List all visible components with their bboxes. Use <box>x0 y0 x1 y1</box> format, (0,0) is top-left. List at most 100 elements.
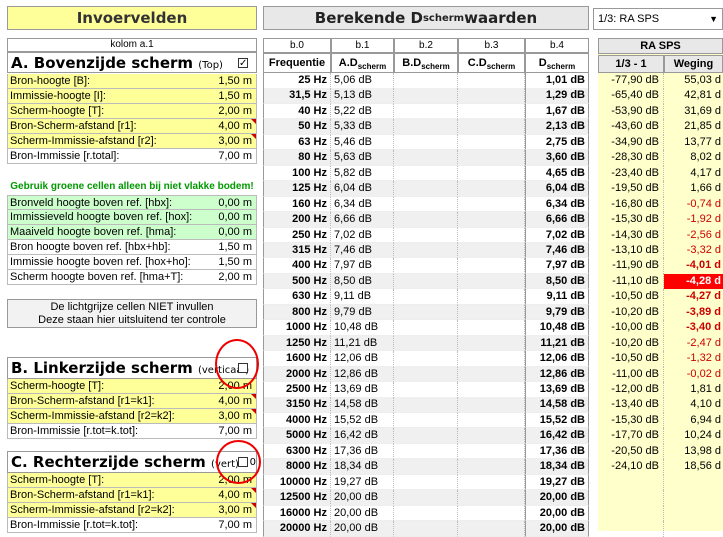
table-cell <box>394 103 458 120</box>
table-cell <box>458 103 525 120</box>
section-b-field-row[interactable]: Scherm-Immissie-afstand [r2=k2]: 3,00 m <box>7 409 257 424</box>
table-cell: 160 Hz <box>263 196 331 213</box>
col-id-b-2: b.2 <box>394 38 458 53</box>
green-field-value[interactable]: 0,00 m <box>218 225 252 239</box>
section-b-field-value[interactable]: 7,00 m <box>218 424 252 438</box>
derived-field-value[interactable]: 1,50 m <box>218 240 252 254</box>
table-row: 250 Hz 7,02 dB 7,02 dB <box>263 227 589 243</box>
table-cell: 7,02 dB <box>331 227 394 243</box>
table-cell: 15,52 dB <box>331 412 394 429</box>
section-b-field-row[interactable]: Scherm-hoogte [T]: 2,00 m <box>7 379 257 394</box>
ra-row: -10,50 dB -4,27 d <box>598 289 723 305</box>
section-a-field-row[interactable]: Scherm-Immissie-afstand [r2]: 3,00 m <box>7 134 257 149</box>
section-a-field-value[interactable]: 7,00 m <box>218 149 252 163</box>
ra-tertsband-cell: -10,50 dB <box>598 351 664 367</box>
table-row: 25 Hz 5,06 dB 1,01 dB <box>263 73 589 89</box>
table-cell: 5,06 dB <box>331 73 394 89</box>
green-field-label: Maaiveld hoogte boven ref. [hma]: <box>10 226 177 238</box>
table-row: 125 Hz 6,04 dB 6,04 dB <box>263 181 589 197</box>
table-cell: 18,34 dB <box>525 459 589 475</box>
green-field-row[interactable]: Immissieveld hoogte boven ref. [hox]: 0,0… <box>7 210 257 225</box>
derived-field-row[interactable]: Bron hoogte boven ref. [hbx+hb]: 1,50 m <box>7 240 257 255</box>
section-a-field-row[interactable]: Bron-hoogte [B]: 1,50 m <box>7 74 257 89</box>
kolom-label: kolom a.1 <box>7 38 257 52</box>
green-field-value[interactable]: 0,00 m <box>218 210 252 224</box>
table-cell: 20,00 dB <box>525 490 589 506</box>
ra-row: -34,90 dB 13,77 d <box>598 134 723 151</box>
section-a-field-row[interactable]: Bron-Scherm-afstand [r1]: 4,00 m <box>7 119 257 134</box>
ra-tertsband-cell: -14,30 dB <box>598 227 664 243</box>
gray-note: De lichtgrijze cellen NIET invullen Deze… <box>7 299 257 328</box>
table-cell <box>458 366 525 383</box>
col-id-b-1: b.1 <box>331 38 394 53</box>
section-a-field-value[interactable]: 3,00 m <box>218 134 252 148</box>
derived-field-label: Scherm hoogte boven ref. [hma+T]: <box>10 271 184 283</box>
section-c-field-value[interactable]: 3,00 m <box>218 503 252 517</box>
section-a-checkbox[interactable]: ✓ <box>238 58 248 69</box>
section-b-field-value[interactable]: 4,00 m <box>218 394 252 408</box>
table-cell: 2500 Hz <box>263 382 331 398</box>
freq-table: b.0 b.1 b.2 b.3 b.4 Frequentie A.Dscherm B.Dsc… <box>263 38 589 537</box>
ra-row: -28,30 dB 8,02 d <box>598 150 723 166</box>
table-row: 63 Hz 5,46 dB 2,75 dB <box>263 134 589 151</box>
ra-weging-cell: 55,03 d <box>684 74 721 86</box>
ra-tertsband-cell <box>598 521 664 537</box>
section-c-field-value[interactable]: 7,00 m <box>218 518 252 532</box>
section-a-field-row[interactable]: Scherm-hoogte [T]: 2,00 m <box>7 104 257 119</box>
section-a-field-value[interactable]: 2,00 m <box>218 104 252 118</box>
table-cell: 20,00 dB <box>525 521 589 537</box>
table-cell: 12,86 dB <box>331 366 394 383</box>
section-b-field-row[interactable]: Bron-Scherm-afstand [r1=k1]: 4,00 m <box>7 394 257 409</box>
section-a-field-row[interactable]: Bron-Immissie [r.total]: 7,00 m <box>7 149 257 164</box>
table-cell: 5,63 dB <box>331 150 394 166</box>
ra-row <box>598 505 723 522</box>
table-cell: 6,34 dB <box>525 196 589 213</box>
ra-weging-cell: -0,74 d <box>686 197 721 210</box>
table-cell <box>394 165 458 182</box>
table-cell: 5,13 dB <box>331 88 394 104</box>
ra-weging-cell: -0,02 d <box>686 367 721 380</box>
table-cell: 4000 Hz <box>263 412 331 429</box>
spectrum-dropdown[interactable]: 1/3: RA SPS ▼ <box>593 8 723 30</box>
section-a-field-value[interactable]: 4,00 m <box>218 119 252 133</box>
table-cell <box>458 150 525 166</box>
section-a-field-value[interactable]: 1,50 m <box>218 74 252 88</box>
table-row: 50 Hz 5,33 dB 2,13 dB <box>263 119 589 135</box>
derived-field-value[interactable]: 2,00 m <box>218 270 252 284</box>
table-row: 40 Hz 5,22 dB 1,67 dB <box>263 103 589 120</box>
table-cell: 1,67 dB <box>525 103 589 120</box>
green-field-row[interactable]: Bronveld hoogte boven ref. [hbx]: 0,00 m <box>7 195 257 210</box>
ra-row: -13,10 dB -3,32 d <box>598 242 723 259</box>
table-row: 4000 Hz 15,52 dB 15,52 dB <box>263 412 589 429</box>
derived-field-value[interactable]: 1,50 m <box>218 255 252 269</box>
ra-tertsband-cell: -12,00 dB <box>598 382 664 398</box>
table-cell: 5,82 dB <box>331 165 394 182</box>
chevron-down-icon[interactable]: ▼ <box>709 9 718 29</box>
section-b-field-row[interactable]: Bron-Immissie [r.tot=k.tot]: 7,00 m <box>7 424 257 439</box>
ra-tertsband-cell: -77,90 dB <box>598 73 664 89</box>
section-c-field-row[interactable]: Scherm-Immissie-afstand [r2=k2]: 3,00 m <box>7 503 257 518</box>
derived-field-row[interactable]: Scherm hoogte boven ref. [hma+T]: 2,00 m <box>7 270 257 285</box>
table-cell: 18,34 dB <box>331 459 394 475</box>
section-a-field-row[interactable]: Immissie-hoogte [I]: 1,50 m <box>7 89 257 104</box>
section-c-field-value[interactable]: 4,00 m <box>218 488 252 502</box>
table-cell <box>458 134 525 151</box>
section-b-field-value[interactable]: 3,00 m <box>218 409 252 423</box>
section-c-field-row[interactable]: Scherm-hoogte [T]: 2,00 m <box>7 473 257 488</box>
green-field-value[interactable]: 0,00 m <box>218 196 252 210</box>
ra-tertsband-cell: -13,40 dB <box>598 397 664 413</box>
table-cell <box>394 304 458 321</box>
ra-row: -24,10 dB 18,56 d <box>598 459 723 475</box>
derived-field-row[interactable]: Immissie hoogte boven ref. [hox+ho]: 1,50… <box>7 255 257 270</box>
table-cell <box>394 88 458 104</box>
section-c-field-row[interactable]: Bron-Scherm-afstand [r1=k1]: 4,00 m <box>7 488 257 503</box>
table-cell: 17,36 dB <box>331 443 394 460</box>
table-cell <box>394 474 458 491</box>
section-a-field-value[interactable]: 1,50 m <box>218 89 252 103</box>
ra-row: -14,30 dB -2,56 d <box>598 227 723 243</box>
green-field-row[interactable]: Maaiveld hoogte boven ref. [hma]: 0,00 m <box>7 225 257 240</box>
ra-row <box>598 521 723 537</box>
green-field-label: Bronveld hoogte boven ref. [hbx]: <box>10 197 173 209</box>
ra-tertsband-cell: -11,10 dB <box>598 273 664 290</box>
ra-tertsband-cell: -34,90 dB <box>598 134 664 151</box>
